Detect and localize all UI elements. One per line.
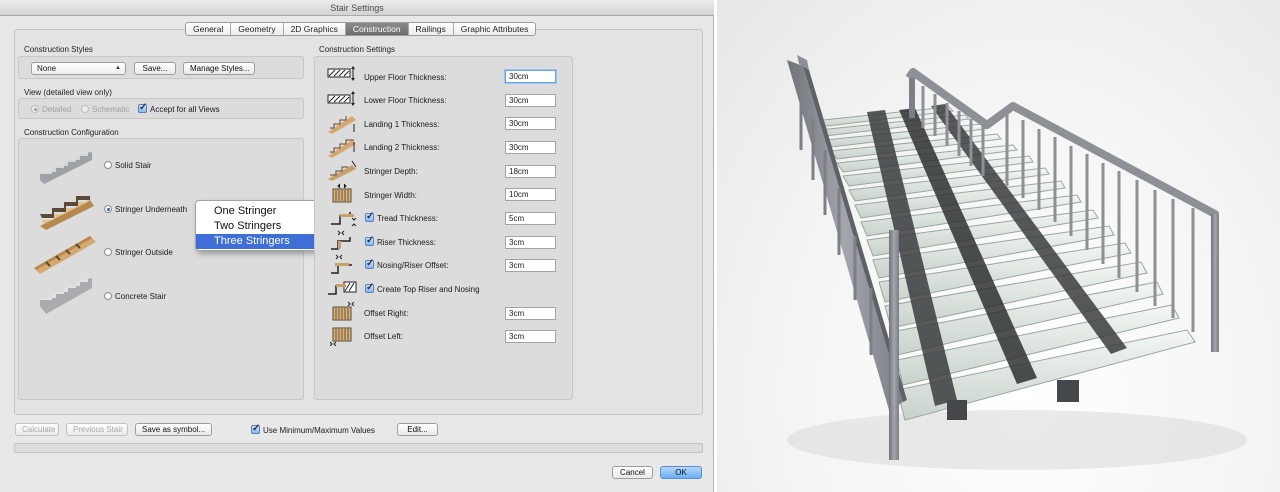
tab-2d-graphics[interactable]: 2D Graphics	[284, 23, 346, 35]
edit-button[interactable]: Edit...	[397, 423, 438, 436]
offset-right-field[interactable]: 3cm	[505, 307, 556, 320]
use-minmax-label: Use Minimum/Maximum Values	[263, 426, 375, 435]
save-style-button[interactable]: Save...	[134, 62, 176, 75]
tread-thickness-label: Tread Thickness:	[377, 214, 438, 223]
progress-bar	[14, 443, 703, 453]
detailed-label: Detailed	[42, 105, 72, 114]
stringer-underneath-icon	[40, 196, 94, 230]
riser-thickness-field[interactable]: 3cm	[505, 236, 556, 249]
concrete-stair-label: Concrete Stair	[115, 292, 167, 301]
riser-thickness-checkbox[interactable]	[365, 235, 374, 246]
offset-right-icon	[332, 301, 355, 321]
stringer-width-icon	[332, 183, 352, 203]
landing-1-thickness-icon	[328, 116, 356, 134]
stringer-depth-label: Stringer Depth:	[364, 167, 418, 176]
stringer-count-menu: One Stringer Two Stringers Three Stringe…	[195, 200, 322, 251]
nosing-offset-icon	[331, 254, 352, 274]
stringer-outside-icon	[34, 236, 96, 274]
landing-2-thickness-field[interactable]: 30cm	[505, 141, 556, 154]
detailed-radio[interactable]	[31, 105, 39, 113]
nosing-offset-label: Nosing/Riser Offset:	[377, 261, 449, 270]
view-heading: View (detailed view only)	[24, 88, 112, 97]
lower-floor-thickness-icon	[327, 91, 355, 106]
settings-heading: Construction Settings	[319, 45, 396, 54]
tab-graphic-attributes[interactable]: Graphic Attributes	[454, 23, 536, 35]
stair-render-image	[787, 55, 1247, 470]
solid-stair-label: Solid Stair	[115, 161, 152, 170]
tread-thickness-field[interactable]: 5cm	[505, 212, 556, 225]
manage-styles-button[interactable]: Manage Styles...	[183, 62, 255, 75]
top-riser-icon	[328, 281, 357, 295]
schematic-label: Schematic	[92, 105, 130, 114]
accept-all-views-checkbox[interactable]	[138, 102, 147, 113]
construction-styles-heading: Construction Styles	[24, 45, 93, 54]
stringer-width-label: Stringer Width:	[364, 191, 417, 200]
offset-right-label: Offset Right:	[364, 309, 409, 318]
lower-floor-thickness-label: Lower Floor Thickness:	[364, 96, 447, 105]
configuration-heading: Construction Configuration	[24, 128, 119, 137]
tab-geometry[interactable]: Geometry	[231, 23, 284, 35]
concrete-stair-icon	[40, 278, 92, 314]
stair-settings-dialog: Stair Settings General Geometry 2D Graph…	[0, 0, 714, 492]
stringer-outside-label: Stringer Outside	[115, 248, 173, 257]
stringer-underneath-label: Stringer Underneath	[115, 205, 188, 214]
stringer-outside-radio[interactable]	[104, 248, 112, 256]
concrete-stair-radio[interactable]	[104, 292, 112, 300]
stair-3d-render	[717, 0, 1280, 492]
save-as-symbol-button[interactable]: Save as symbol...	[135, 423, 212, 436]
nosing-offset-checkbox[interactable]	[365, 258, 374, 269]
offset-left-label: Offset Left:	[364, 332, 403, 341]
stringer-underneath-radio[interactable]	[104, 205, 112, 213]
top-riser-label: Create Top Riser and Nosing	[377, 285, 480, 294]
tread-thickness-icon	[331, 212, 357, 227]
menu-item-one-stringer[interactable]: One Stringer	[196, 204, 321, 219]
construction-style-value: None	[37, 64, 57, 73]
riser-thickness-label: Riser Thickness:	[377, 238, 436, 247]
accept-all-views-label: Accept for all Views	[150, 105, 220, 114]
top-riser-checkbox[interactable]	[365, 282, 374, 293]
ok-button[interactable]: OK	[660, 466, 702, 479]
tab-bar: General Geometry 2D Graphics Constructio…	[185, 22, 537, 36]
tab-general[interactable]: General	[186, 23, 232, 35]
riser-thickness-icon	[331, 230, 351, 250]
menu-item-two-stringers[interactable]: Two Stringers	[196, 219, 321, 234]
landing-2-thickness-icon	[328, 139, 356, 158]
offset-left-field[interactable]: 3cm	[505, 330, 556, 343]
solid-stair-icon	[40, 152, 92, 184]
landing-2-thickness-label: Landing 2 Thickness:	[364, 143, 440, 152]
cancel-button[interactable]: Cancel	[612, 466, 653, 479]
updown-arrows-icon: ▲	[115, 65, 121, 71]
previous-stair-button[interactable]: Previous Stair	[66, 423, 128, 436]
stringer-width-field[interactable]: 10cm	[505, 188, 556, 201]
construction-style-select[interactable]: None ▲	[31, 62, 126, 75]
tab-railings[interactable]: Railings	[409, 23, 454, 35]
stringer-depth-icon	[328, 160, 357, 181]
upper-floor-thickness-icon	[327, 66, 355, 81]
upper-floor-thickness-field[interactable]: 30cm	[505, 70, 556, 83]
landing-1-thickness-label: Landing 1 Thickness:	[364, 120, 440, 129]
menu-item-three-stringers[interactable]: Three Stringers	[196, 234, 321, 249]
use-minmax-checkbox[interactable]	[251, 423, 260, 434]
upper-floor-thickness-label: Upper Floor Thickness:	[364, 73, 447, 82]
tread-thickness-checkbox[interactable]	[365, 211, 374, 222]
landing-1-thickness-field[interactable]: 30cm	[505, 117, 556, 130]
window-title: Stair Settings	[0, 0, 714, 16]
stringer-depth-field[interactable]: 18cm	[505, 165, 556, 178]
solid-stair-radio[interactable]	[104, 161, 112, 169]
lower-floor-thickness-field[interactable]: 30cm	[505, 94, 556, 107]
schematic-radio[interactable]	[81, 105, 89, 113]
tab-construction[interactable]: Construction	[345, 23, 409, 35]
nosing-offset-field[interactable]: 3cm	[505, 259, 556, 272]
calculate-button[interactable]: Calculate	[15, 423, 59, 436]
offset-left-icon	[330, 327, 352, 346]
